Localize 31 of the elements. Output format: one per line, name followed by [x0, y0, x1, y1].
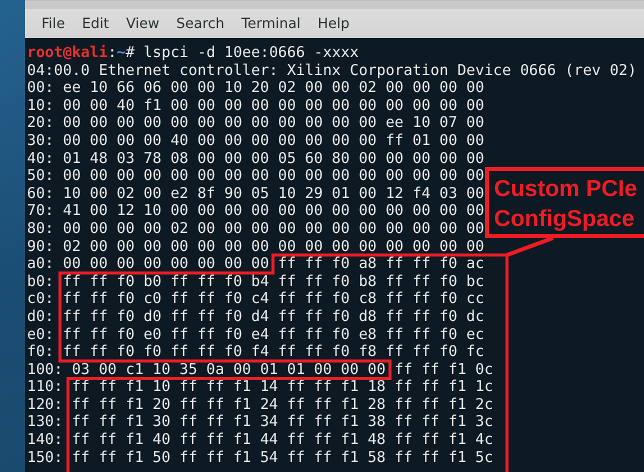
command-line: root@kali:~# lspci -d 10ee:0666 -xxxx	[27, 44, 359, 62]
output-line: 60: 10 00 02 00 e2 8f 90 05 10 29 01 00 12 f4 03 00	[27, 184, 484, 202]
output-line: 04:00.0 Ethernet controller: Xilinx Corporation Device 0666 (rev 02)	[27, 62, 637, 80]
output-line: 120: ff ff f1 20 ff ff f1 24 ff ff f1 28 ff ff f1 2c	[27, 396, 494, 414]
output-line: 40: 01 48 03 78 08 00 00 00 05 60 80 00 00 00 00 00	[27, 150, 484, 168]
output-line: 20: 00 00 00 00 00 00 00 00 00 00 00 00 ee 10 07 00	[27, 114, 484, 132]
menu-item[interactable]: Search	[168, 16, 233, 32]
output-line: e0: ff ff f0 e0 ff ff f0 e4 ff ff f0 e8 ff ff f0 ec	[27, 326, 484, 344]
menu-item[interactable]: Help	[309, 16, 358, 32]
output-line: 130: ff ff f1 30 ff ff f1 34 ff ff f1 38 ff ff f1 3c	[27, 413, 494, 432]
output-line: c0: ff ff f0 c0 ff ff f0 c4 ff ff f0 c8 ff ff f0 cc	[27, 290, 484, 308]
output-line: 80: 00 00 00 00 02 00 00 00 00 00 00 00 00 00 00 00	[27, 220, 484, 238]
menu-item[interactable]: Edit	[73, 16, 118, 32]
output-line: 140: ff ff f1 40 ff ff f1 44 ff ff f1 48 ff ff f1 4c	[27, 431, 494, 449]
output-line: 100: 03 00 c1 10 35 0a 00 01 01 00 00 00 ff ff f1 0c	[27, 360, 494, 378]
menu-item[interactable]: View	[118, 16, 168, 32]
output-line: b0: ff ff f0 b0 ff ff f0 b4 ff ff f0 b8 ff ff f0 bc	[27, 272, 484, 290]
output-line: a0: 00 00 00 00 00 00 00 00 ff ff f0 a8 ff ff f0 ac	[27, 255, 484, 273]
output-line: 70: 41 00 12 10 00 00 00 00 00 00 00 00 00 00 00 00	[27, 202, 484, 220]
output-line: 150: ff ff f1 50 ff ff f1 54 ff ff f1 58 ff ff f1 5c	[27, 448, 494, 466]
output-line: 10: 00 00 40 f1 00 00 00 00 00 00 00 00 00 00 00 00	[27, 96, 484, 114]
output-line: 30: 00 00 00 00 40 00 00 00 00 00 00 00 ff 01 00 00	[27, 132, 484, 150]
output-line: 90: 02 00 00 00 00 00 00 00 00 00 00 00 00 00 00 00	[27, 238, 484, 256]
menu-item[interactable]: File	[33, 16, 74, 32]
output-line: 50: 00 00 00 00 00 00 00 00 00 00 00 00 00 00 00 00	[27, 167, 484, 185]
leader-line	[506, 236, 554, 257]
output-line: d0: ff ff f0 d0 ff ff f0 d4 ff ff f0 d8 ff ff f0 dc	[27, 308, 484, 326]
menu-item[interactable]: Terminal	[232, 16, 310, 32]
annotation-label: Custom PCIe ConfigSpace	[485, 167, 644, 238]
output-line: f0: ff ff f0 f0 ff ff f0 f4 ff ff f0 f8 ff ff f0 fc	[27, 343, 484, 361]
output-line: 00: ee 10 66 06 00 00 10 20 02 00 00 02 00 00 00 00	[27, 79, 484, 97]
